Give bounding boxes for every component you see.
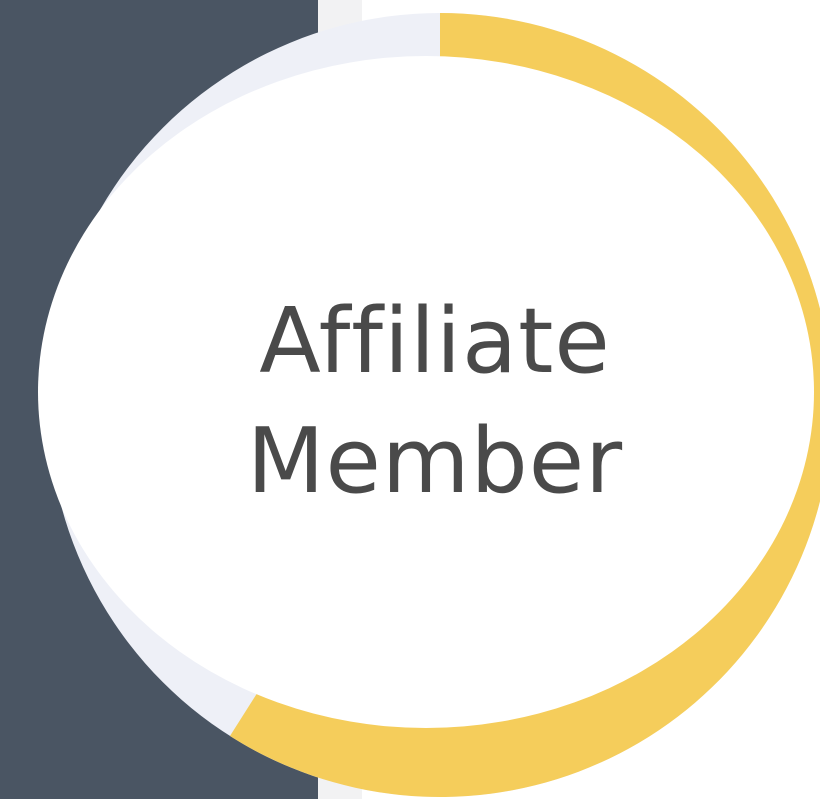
membership-level-line-1: Affiliate: [259, 289, 611, 394]
membership-level-line-2: Member: [246, 409, 624, 514]
membership-level-label: Affiliate Member: [160, 282, 710, 522]
